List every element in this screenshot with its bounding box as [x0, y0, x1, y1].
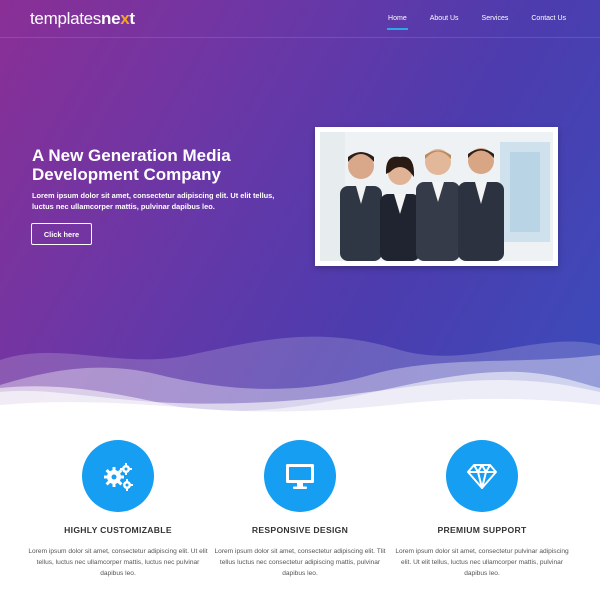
- nav-item-contact-us[interactable]: Contact Us: [531, 15, 566, 22]
- feature-support: PREMIUM SUPPORT Lorem ipsum dolor sit am…: [392, 440, 572, 579]
- feature-title: HIGHLY CUSTOMIZABLE: [64, 525, 172, 535]
- monitor-icon: [286, 464, 314, 489]
- main-nav: Home About Us Services Contact Us: [365, 15, 566, 30]
- hero-description: Lorem ipsum dolor sit amet, consectetur …: [32, 191, 275, 211]
- feature-icon-circle: [264, 440, 336, 512]
- feature-icon-circle: [82, 440, 154, 512]
- nav-item-home[interactable]: Home: [387, 15, 408, 30]
- logo-text-end: t: [129, 9, 135, 28]
- hero-section: templatesnext Home About Us Services Con…: [0, 0, 600, 420]
- feature-title: RESPONSIVE DESIGN: [251, 525, 349, 535]
- feature-text: Lorem ipsum dolor sit amet, consectetur …: [28, 548, 208, 577]
- team-photo: [320, 132, 553, 261]
- site-logo[interactable]: templatesnext: [30, 9, 135, 29]
- logo-text-bold: ne: [101, 9, 121, 28]
- nav-item-about-us[interactable]: About Us: [430, 15, 459, 22]
- top-navbar: templatesnext Home About Us Services Con…: [0, 0, 600, 38]
- feature-icon-circle: [446, 440, 518, 512]
- logo-text-light: templates: [30, 9, 102, 28]
- gears-icon: [104, 463, 133, 491]
- feature-customizable: HIGHLY CUSTOMIZABLE Lorem ipsum dolor si…: [28, 440, 208, 579]
- feature-responsive: RESPONSIVE DESIGN Lorem ipsum dolor sit …: [210, 440, 390, 579]
- diamond-icon: [467, 464, 497, 489]
- hero-waves: [0, 336, 600, 420]
- hero-title: A New Generation Media Development Compa…: [32, 146, 231, 184]
- nav-item-services[interactable]: Services: [482, 15, 509, 22]
- feature-text: Lorem ipsum dolor sit amet, consectetur …: [214, 548, 386, 577]
- click-here-button[interactable]: Click here: [31, 223, 92, 245]
- team-photo-frame: [315, 127, 558, 266]
- feature-text: Lorem ipsum dolor sit amet, consectetur …: [395, 548, 569, 577]
- feature-title: PREMIUM SUPPORT: [437, 525, 527, 535]
